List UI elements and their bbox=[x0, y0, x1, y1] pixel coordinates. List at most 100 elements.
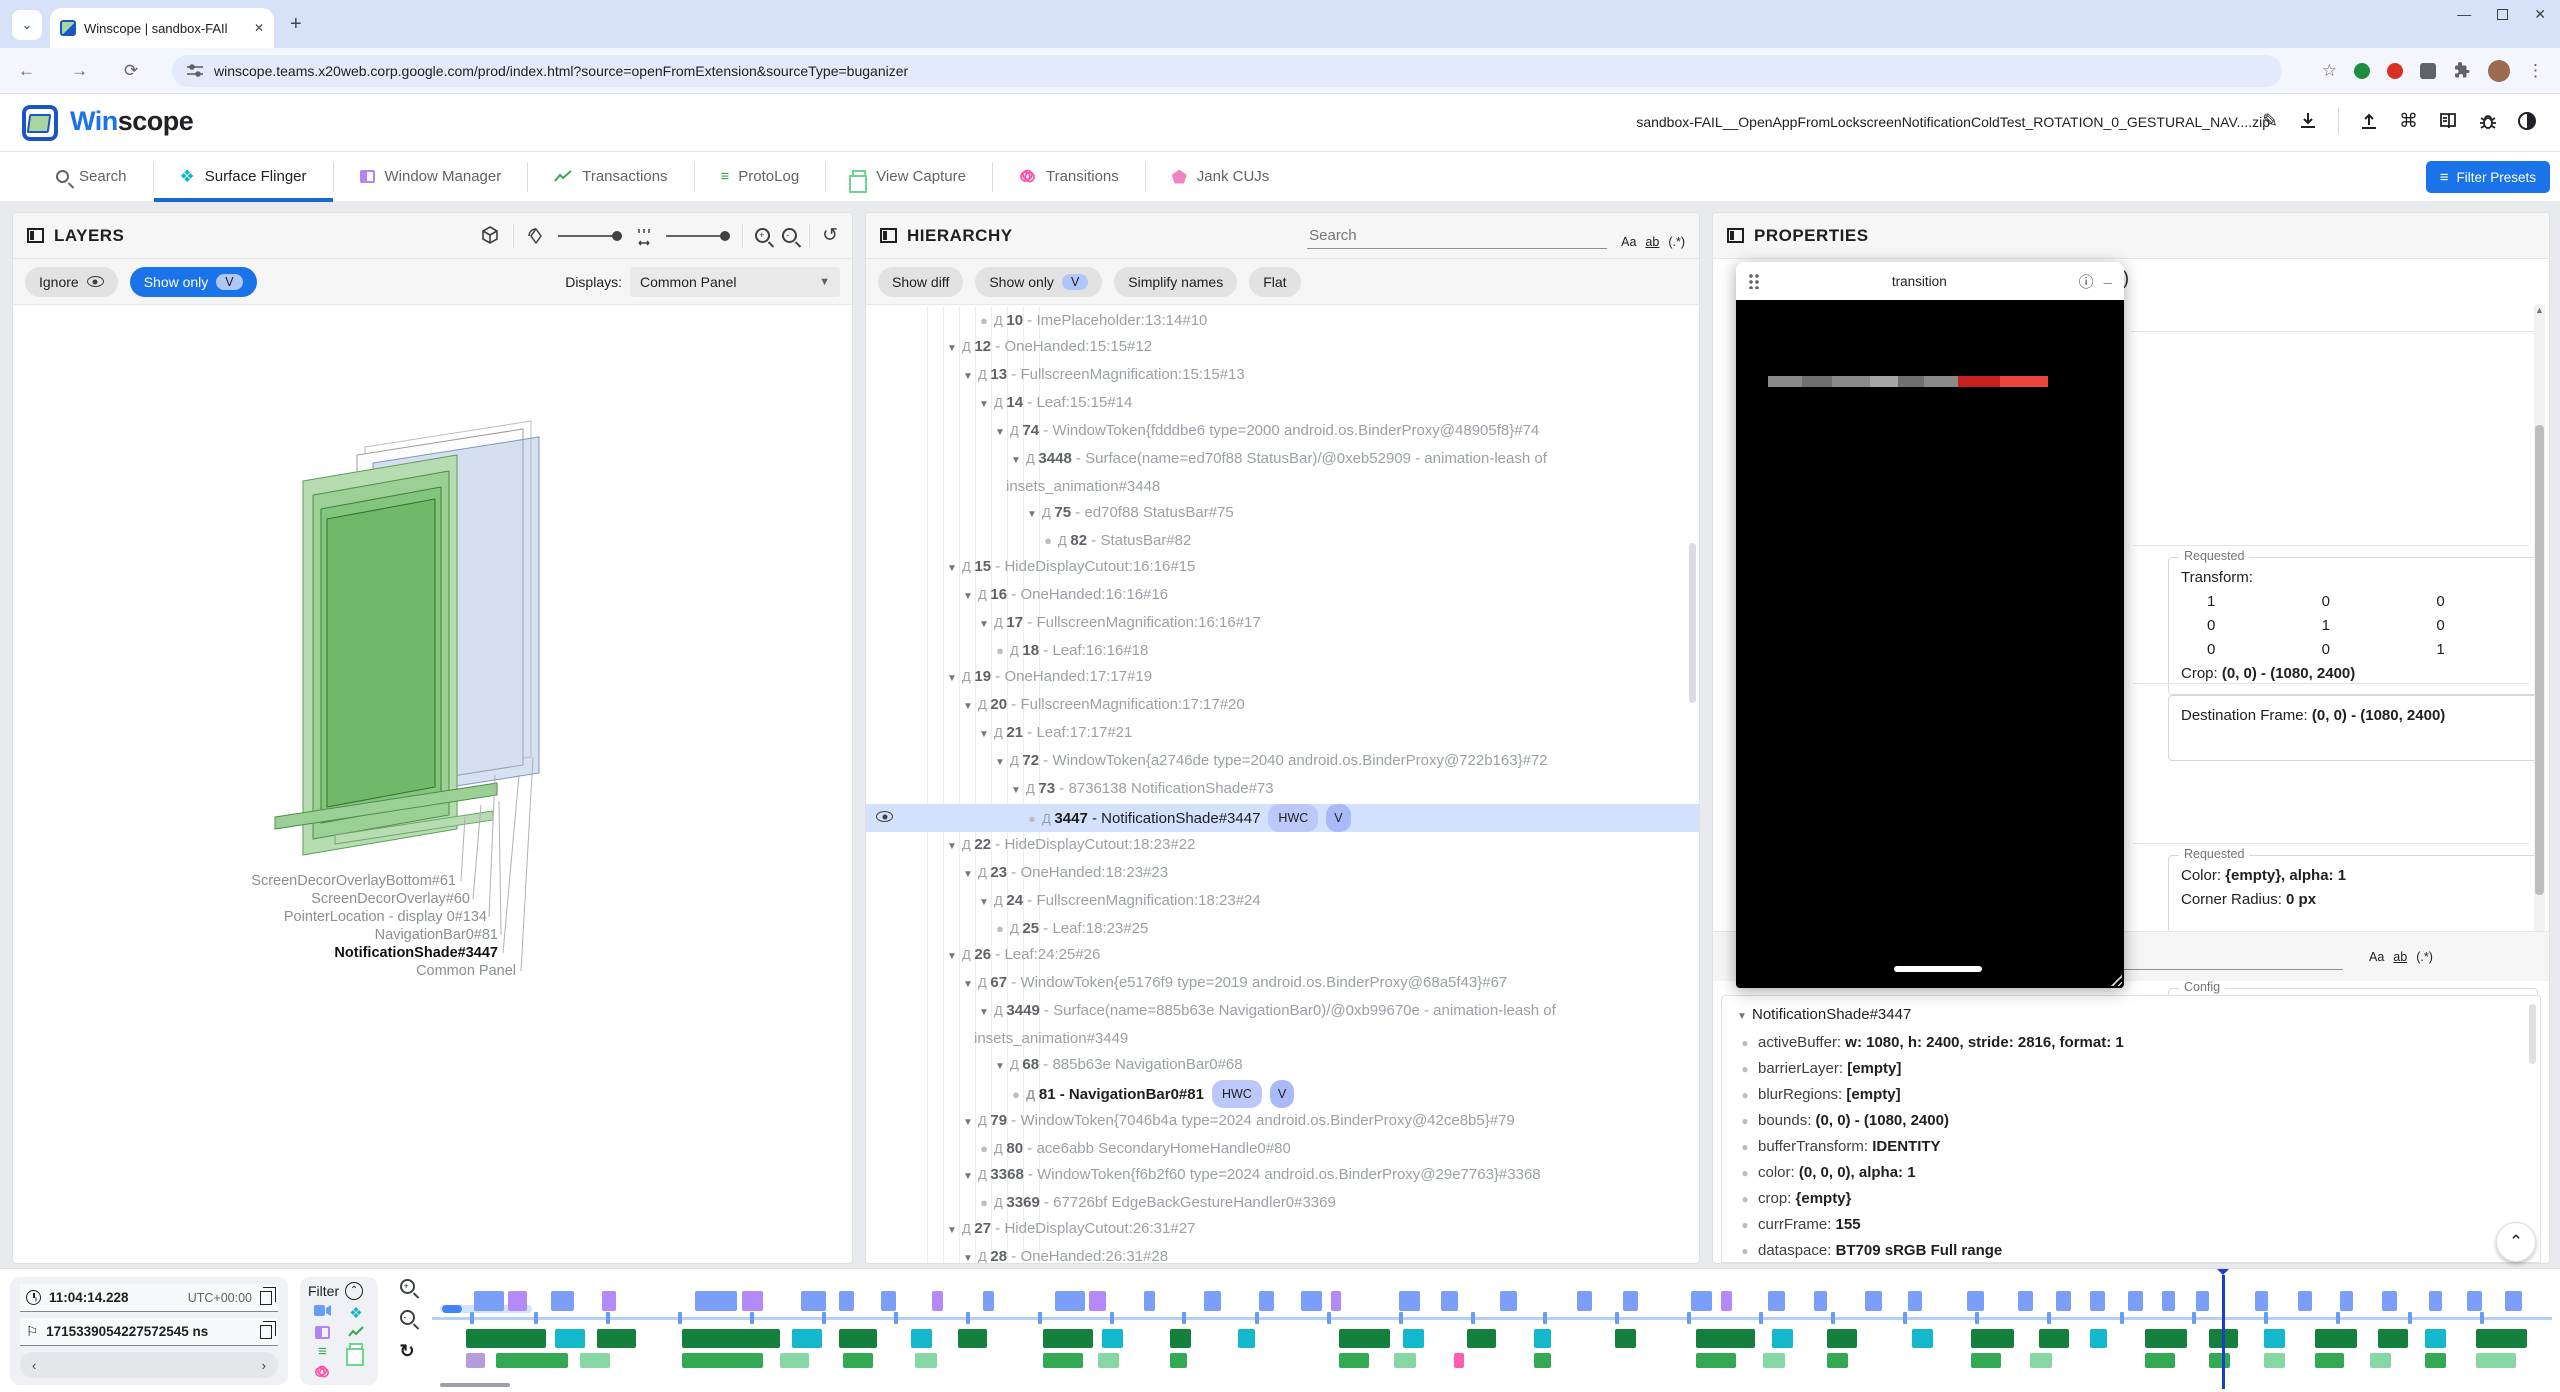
trace-segment[interactable] bbox=[2429, 1291, 2442, 1311]
rotation-icon[interactable] bbox=[526, 226, 546, 246]
trace-segment[interactable] bbox=[1908, 1291, 1923, 1311]
trace-segment[interactable] bbox=[1055, 1291, 1085, 1311]
property-row[interactable]: ●bufferTransform: IDENTITY bbox=[1732, 1134, 2540, 1160]
trace-segment[interactable] bbox=[1696, 1353, 1736, 1368]
new-tab-button[interactable]: + bbox=[290, 14, 302, 34]
tree-node[interactable]: ▼Д 3368 - WindowToken{f6b2f60 type=2024 … bbox=[866, 1162, 1699, 1190]
trace-segment[interactable] bbox=[1534, 1353, 1551, 1368]
tab-protolog[interactable]: ≡ProtoLog bbox=[695, 152, 826, 202]
zoom-out-icon[interactable]: - bbox=[782, 228, 797, 243]
tree-node[interactable]: ▼Д 73 - 8736138 NotificationShade#73 bbox=[866, 776, 1699, 804]
tree-node[interactable]: ▼Д 28 - OneHanded:26:31#28 bbox=[866, 1244, 1699, 1263]
trace-segment[interactable] bbox=[2209, 1353, 2230, 1368]
trace-segment[interactable] bbox=[2298, 1291, 2313, 1311]
tree-node[interactable]: ▼Д 74 - WindowToken{fdddbe6 type=2000 an… bbox=[866, 418, 1699, 446]
trace-segment[interactable] bbox=[2467, 1291, 2482, 1311]
timeline-reset-icon[interactable]: ↻ bbox=[399, 1341, 414, 1362]
trace-segment[interactable] bbox=[551, 1291, 574, 1311]
trace-segment[interactable] bbox=[1865, 1291, 1882, 1311]
trace-segment[interactable] bbox=[958, 1329, 988, 1348]
copy-icon[interactable] bbox=[260, 1325, 272, 1339]
maximize-icon[interactable] bbox=[2497, 9, 2508, 20]
trace-segment[interactable] bbox=[2255, 1291, 2268, 1311]
tree-root-row[interactable]: ▼NotificationShade#3447 bbox=[1732, 1002, 2540, 1030]
trace-segment[interactable] bbox=[1399, 1291, 1420, 1311]
tree-node[interactable]: ●Д 25 - Leaf:18:23#25 bbox=[866, 916, 1699, 942]
profile-avatar[interactable] bbox=[2488, 60, 2510, 82]
tree-node[interactable]: ●Д 82 - StatusBar#82 bbox=[866, 528, 1699, 554]
documentation-icon[interactable] bbox=[2438, 111, 2458, 131]
timeline-zoom-in-icon[interactable]: + bbox=[400, 1279, 415, 1294]
simplify-names-chip[interactable]: Simplify names bbox=[1114, 267, 1237, 297]
trace-segment[interactable] bbox=[496, 1353, 568, 1368]
trace-segment[interactable] bbox=[682, 1329, 780, 1348]
trace-segment[interactable] bbox=[695, 1291, 737, 1311]
flat-chip[interactable]: Flat bbox=[1249, 267, 1300, 297]
back-icon[interactable]: ← bbox=[18, 48, 35, 94]
trace-segment[interactable] bbox=[1394, 1353, 1415, 1368]
layer-label[interactable]: ScreenDecorOverlay#60 bbox=[311, 891, 470, 907]
property-row[interactable]: ●color: (0, 0, 0), alpha: 1 bbox=[1732, 1160, 2540, 1186]
shortcuts-icon[interactable]: ⌘ bbox=[2399, 110, 2418, 133]
trace-segment[interactable] bbox=[2476, 1353, 2516, 1368]
trace-segment[interactable] bbox=[2030, 1353, 2051, 1368]
trace-segment[interactable] bbox=[2425, 1353, 2446, 1368]
tab-view-capture[interactable]: View Capture bbox=[826, 152, 992, 202]
trace-segment[interactable] bbox=[1971, 1353, 2001, 1368]
trace-segment[interactable] bbox=[1623, 1291, 1638, 1311]
trace-segment[interactable] bbox=[2370, 1353, 2391, 1368]
extension-red-icon[interactable] bbox=[2387, 63, 2403, 79]
protolog-icon[interactable]: ≡ bbox=[318, 1343, 326, 1360]
trace-segment[interactable] bbox=[1467, 1329, 1497, 1348]
match-word-icon[interactable]: ab bbox=[2393, 950, 2407, 964]
tree-node[interactable]: ▼Д 20 - FullscreenMagnification:17:17#20 bbox=[866, 692, 1699, 720]
tree-node[interactable]: ▼Д 22 - HideDisplayCutout:18:23#22 bbox=[866, 832, 1699, 860]
trace-segment[interactable] bbox=[1827, 1353, 1848, 1368]
trace-segment[interactable] bbox=[1691, 1291, 1712, 1311]
trace-segment[interactable] bbox=[682, 1353, 763, 1368]
trace-segment[interactable] bbox=[2196, 1291, 2209, 1311]
trace-segment[interactable] bbox=[2315, 1329, 2357, 1348]
trace-segment[interactable] bbox=[2128, 1291, 2143, 1311]
trace-segment[interactable] bbox=[1043, 1329, 1094, 1348]
trace-segment[interactable] bbox=[2264, 1353, 2285, 1368]
tree-node[interactable]: ▼Д 17 - FullscreenMagnification:16:16#17 bbox=[866, 610, 1699, 638]
trace-segment[interactable] bbox=[2056, 1291, 2071, 1311]
trace-segment[interactable] bbox=[2340, 1291, 2353, 1311]
screen-preview[interactable] bbox=[1736, 300, 2124, 988]
trace-segment[interactable] bbox=[1696, 1329, 1755, 1348]
trace-segment[interactable] bbox=[1721, 1291, 1732, 1311]
window-manager-icon[interactable] bbox=[315, 1326, 330, 1339]
collapse-filter-icon[interactable]: ⌃ bbox=[345, 1282, 363, 1300]
trace-segment[interactable] bbox=[2505, 1291, 2522, 1311]
display-select[interactable]: Common Panel▼ bbox=[630, 267, 840, 297]
tree-node[interactable]: ▼Д 21 - Leaf:17:17#21 bbox=[866, 720, 1699, 748]
trace-segment[interactable] bbox=[1577, 1291, 1592, 1311]
properties-scrollbar[interactable]: ▲ ▼ bbox=[2534, 305, 2545, 947]
tree-node[interactable]: ●Д 10 - ImePlaceholder:13:14#10 bbox=[866, 308, 1699, 334]
tree-node[interactable]: ▼Д 72 - WindowToken{a2746de type=2040 an… bbox=[866, 748, 1699, 776]
property-row[interactable]: ●currFrame: 155 bbox=[1732, 1212, 2540, 1238]
resize-handle[interactable] bbox=[2108, 972, 2122, 986]
reload-icon[interactable]: ⟳ bbox=[124, 48, 138, 94]
trace-segment[interactable] bbox=[2264, 1329, 2285, 1348]
drag-handle-icon[interactable] bbox=[1748, 273, 1760, 289]
view-capture-icon[interactable] bbox=[349, 1343, 363, 1357]
tree-node[interactable]: ▼Д 3449 - Surface(name=885b63e Navigatio… bbox=[866, 998, 1699, 1052]
dark-mode-icon[interactable] bbox=[2518, 112, 2536, 130]
trace-segment[interactable] bbox=[801, 1291, 826, 1311]
timeline-hscroll[interactable]: ‹› bbox=[20, 1352, 278, 1378]
trace-segment[interactable] bbox=[1339, 1329, 1390, 1348]
minimize-overlay-icon[interactable]: _ bbox=[2104, 269, 2112, 286]
trace-segment[interactable] bbox=[2039, 1329, 2069, 1348]
match-word-icon[interactable]: ab bbox=[1645, 235, 1659, 249]
tree-node[interactable]: ▼Д 15 - HideDisplayCutout:16:16#15 bbox=[866, 554, 1699, 582]
trace-segment[interactable] bbox=[2315, 1353, 2345, 1368]
trace-segment[interactable] bbox=[2476, 1329, 2527, 1348]
tree-node[interactable]: ▼Д 79 - WindowToken{7046b4a type=2024 an… bbox=[866, 1108, 1699, 1136]
tab-search[interactable]: Search bbox=[30, 152, 153, 202]
trace-segment[interactable] bbox=[2162, 1291, 2175, 1311]
trace-segment[interactable] bbox=[1089, 1291, 1106, 1311]
trace-segment[interactable] bbox=[1301, 1291, 1322, 1311]
browser-tab[interactable]: Winscope | sandbox-FAIl ✕ bbox=[50, 8, 274, 48]
